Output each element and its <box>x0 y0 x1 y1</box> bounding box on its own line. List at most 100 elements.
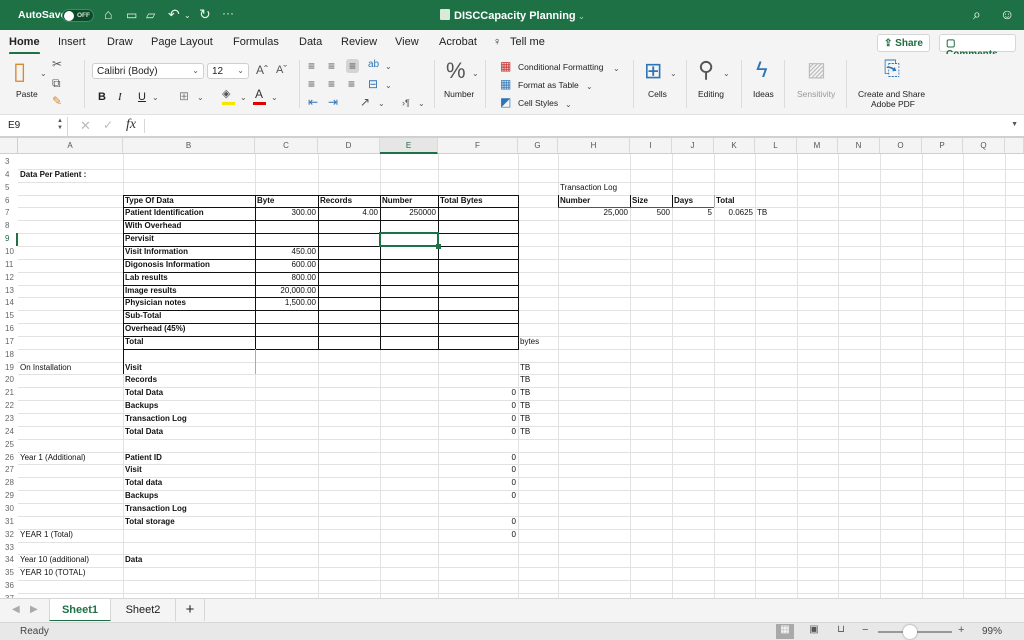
cell-b8[interactable]: With Overhead <box>123 220 423 233</box>
cell-g24[interactable]: TB <box>518 426 818 439</box>
cell-b30[interactable]: Transaction Log <box>123 503 423 516</box>
cell-c11[interactable]: 600.00 <box>255 259 318 272</box>
cell-b16[interactable]: Overhead (45%) <box>123 323 423 336</box>
column-header-o[interactable]: O <box>880 138 922 154</box>
row-header-18[interactable]: 18 <box>0 348 18 362</box>
cell-b28[interactable]: Total data <box>123 477 423 490</box>
increase-indent-icon[interactable]: ⇥ <box>328 96 338 108</box>
zoom-in-button[interactable]: + <box>958 624 964 636</box>
row-header-3[interactable]: 3 <box>0 156 18 169</box>
row-header-7[interactable]: 7 <box>0 207 18 221</box>
row-header-10[interactable]: 10 <box>0 245 18 259</box>
undo-icon[interactable]: ↶ <box>168 6 180 23</box>
cell-b22[interactable]: Backups <box>123 400 423 413</box>
align-left-icon[interactable]: ≡ <box>308 78 315 90</box>
row-header-27[interactable]: 27 <box>0 464 18 478</box>
font-color-icon[interactable]: A <box>255 88 263 100</box>
row-header-13[interactable]: 13 <box>0 284 18 298</box>
zoom-out-button[interactable]: − <box>862 624 868 636</box>
wrap-dropdown-icon[interactable]: ⌄ <box>385 61 392 73</box>
borders-dropdown-icon[interactable]: ⌄ <box>197 92 204 104</box>
row-header-4[interactable]: 4 <box>0 168 18 182</box>
cut-icon[interactable]: ✂ <box>52 58 62 70</box>
row-header-21[interactable]: 21 <box>0 387 18 401</box>
page-break-view-icon[interactable]: ⊔ <box>832 624 850 639</box>
decrease-font-size-icon[interactable]: Aˇ <box>276 64 287 76</box>
orientation-icon[interactable]: ↗ <box>360 96 370 108</box>
row-header-35[interactable]: 35 <box>0 567 18 581</box>
column-header-p[interactable]: P <box>922 138 963 154</box>
cell-c10[interactable]: 450.00 <box>255 246 318 259</box>
cancel-icon[interactable]: ✕ <box>80 118 91 134</box>
row-header-6[interactable]: 6 <box>0 194 18 208</box>
bold-button[interactable]: B <box>98 91 106 103</box>
row-header-8[interactable]: 8 <box>0 220 18 234</box>
document-title[interactable]: DISCCapacity Planning ⌄ <box>440 9 585 22</box>
tab-review[interactable]: Review <box>341 36 377 48</box>
row-header-29[interactable]: 29 <box>0 490 18 503</box>
cell-f24[interactable]: 0 <box>438 426 518 439</box>
cell-c12[interactable]: 800.00 <box>255 272 318 285</box>
fill-color-icon[interactable]: ◈ <box>222 88 230 100</box>
paragraph-dropdown-icon[interactable]: ⌄ <box>418 98 425 110</box>
row-header-25[interactable]: 25 <box>0 438 18 452</box>
row-header-33[interactable]: 33 <box>0 541 18 555</box>
cell-g21[interactable]: TB <box>518 387 818 400</box>
cell-b34[interactable]: Data <box>123 554 423 567</box>
spreadsheet-grid[interactable]: A B C D E F G H I J K L M N O P Q 3 4 5 6 7 8 9 10 11 12 13 14 15 16 17… <box>0 138 1024 598</box>
column-header-j[interactable]: J <box>672 138 714 154</box>
prev-sheet-icon[interactable]: ◀ <box>12 604 20 615</box>
tell-me-search[interactable]: Tell me <box>510 36 545 48</box>
column-header-a[interactable]: A <box>18 138 123 154</box>
normal-view-icon[interactable]: ▦ <box>776 624 794 639</box>
borders-icon[interactable]: ⊞ <box>179 90 189 102</box>
increase-font-size-icon[interactable]: Aˆ <box>256 64 268 76</box>
cell-c14[interactable]: 1,500.00 <box>255 297 318 310</box>
row-header-31[interactable]: 31 <box>0 515 18 529</box>
column-header-l[interactable]: L <box>755 138 797 154</box>
cell-f29[interactable]: 0 <box>438 490 518 503</box>
cell-a32[interactable]: YEAR 1 (Total) <box>18 529 318 542</box>
font-name-dropdown[interactable]: Calibri (Body) ⌄ <box>92 63 204 79</box>
active-cell-selection[interactable] <box>379 232 439 247</box>
tab-acrobat[interactable]: Acrobat <box>439 36 477 48</box>
name-box[interactable]: E9 ▲ ▼ <box>0 117 68 136</box>
row-header-36[interactable]: 36 <box>0 580 18 593</box>
name-box-spinner-icon[interactable]: ▲ ▼ <box>57 118 63 132</box>
font-size-dropdown[interactable]: 12 ⌄ <box>207 63 249 79</box>
align-middle-icon[interactable]: ≡ <box>328 60 335 72</box>
cell-f23[interactable]: 0 <box>438 413 518 426</box>
cell-b17[interactable]: Total <box>123 336 423 349</box>
fill-color-dropdown-icon[interactable]: ⌄ <box>240 92 247 104</box>
sheet-tab-sheet1[interactable]: Sheet1 <box>49 599 111 621</box>
row-header-11[interactable]: 11 <box>0 258 18 272</box>
column-header-k[interactable]: K <box>714 138 755 154</box>
row-header-20[interactable]: 20 <box>0 374 18 388</box>
tab-view[interactable]: View <box>395 36 419 48</box>
row-header-12[interactable]: 12 <box>0 271 18 285</box>
row-header-26[interactable]: 26 <box>0 451 18 465</box>
merge-center-icon[interactable]: ⊟ <box>368 78 378 90</box>
align-bottom-icon[interactable]: ≡ <box>346 59 360 73</box>
cell-f32[interactable]: 0 <box>438 529 518 542</box>
cell-h7[interactable]: 25,000 <box>558 207 630 220</box>
cell-b23[interactable]: Transaction Log <box>123 413 423 426</box>
cell-f31[interactable]: 0 <box>438 516 518 529</box>
merge-dropdown-icon[interactable]: ⌄ <box>385 80 392 92</box>
cell-c7[interactable]: 300.00 <box>255 207 318 220</box>
row-header-30[interactable]: 30 <box>0 502 18 516</box>
align-center-icon[interactable]: ≡ <box>328 78 335 90</box>
underline-button[interactable]: U <box>138 91 146 103</box>
row-header-22[interactable]: 22 <box>0 400 18 413</box>
column-header-i[interactable]: I <box>630 138 672 154</box>
tab-home[interactable]: Home <box>9 36 40 55</box>
cell-b19[interactable]: Visit <box>123 362 423 375</box>
comments-button[interactable]: ▢ Comments <box>939 34 1016 60</box>
cell-f28[interactable]: 0 <box>438 477 518 490</box>
cell-b29[interactable]: Backups <box>123 490 423 503</box>
sheet-tab-sheet2[interactable]: Sheet2 <box>112 599 174 621</box>
decrease-indent-icon[interactable]: ⇤ <box>308 96 318 108</box>
align-top-icon[interactable]: ≡ <box>308 60 315 72</box>
tab-data[interactable]: Data <box>299 36 322 48</box>
row-header-28[interactable]: 28 <box>0 477 18 491</box>
